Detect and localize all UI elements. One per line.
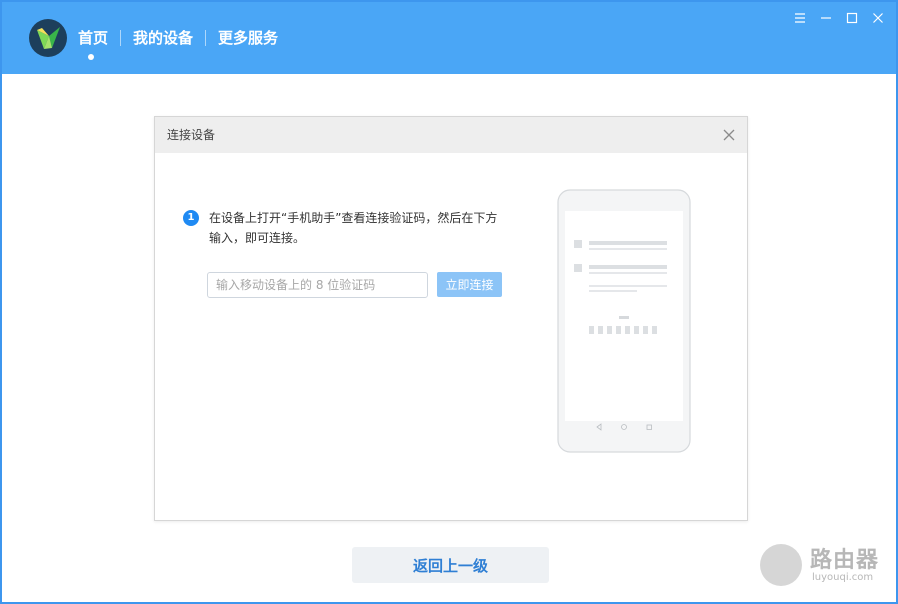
nav-home-label: 首页 (78, 29, 109, 47)
close-button[interactable] (870, 10, 886, 26)
dialog-title: 连接设备 (167, 128, 216, 142)
nav-home[interactable]: 首页 (78, 2, 120, 74)
connect-now-button[interactable]: 立即连接 (437, 272, 502, 297)
watermark: 路由器 luyouqi.com (760, 542, 896, 592)
app-window: 首页 我的设备 更多服务 连接设备 1 在设备上打开“手机助手”查看连接验证码，… (0, 0, 898, 604)
main-nav: 首页 我的设备 更多服务 (78, 2, 290, 74)
maximize-button[interactable] (844, 10, 860, 26)
step-instruction: 在设备上打开“手机助手”查看连接验证码，然后在下方输入，即可连接。 (209, 211, 498, 245)
connect-device-dialog: 连接设备 1 在设备上打开“手机助手”查看连接验证码，然后在下方输入，即可连接。… (154, 116, 748, 521)
menu-icon (795, 13, 805, 23)
close-icon (873, 13, 883, 23)
dialog-header: 连接设备 (155, 117, 747, 153)
nav-my-devices[interactable]: 我的设备 (121, 2, 205, 74)
nav-more-services-label: 更多服务 (218, 29, 279, 47)
phone-illustration (557, 189, 691, 453)
nav-my-devices-label: 我的设备 (133, 29, 194, 47)
window-controls (792, 10, 886, 26)
nav-active-indicator (88, 54, 94, 60)
app-logo (29, 19, 67, 57)
maximize-icon (846, 12, 858, 24)
watermark-logo (760, 544, 802, 586)
menu-button[interactable] (792, 10, 808, 26)
back-button[interactable]: 返回上一级 (352, 547, 549, 583)
minimize-button[interactable] (818, 10, 834, 26)
title-bar: 首页 我的设备 更多服务 (2, 2, 896, 74)
nav-more-services[interactable]: 更多服务 (206, 2, 290, 74)
minimize-icon (821, 17, 831, 19)
watermark-subtext: luyouqi.com (812, 572, 874, 583)
verification-code-input[interactable] (207, 272, 428, 298)
dialog-close-icon[interactable] (721, 127, 737, 143)
step-number-badge: 1 (183, 210, 199, 226)
watermark-text: 路由器 (810, 548, 880, 573)
